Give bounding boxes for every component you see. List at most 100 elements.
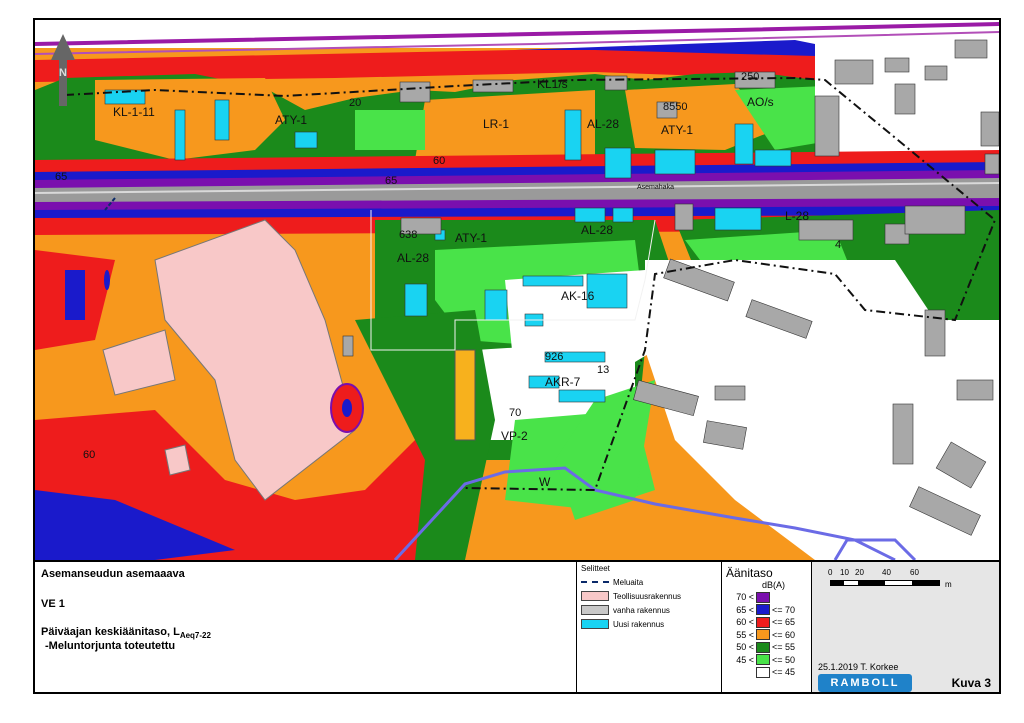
legend-item-label: Meluaita <box>613 577 644 587</box>
figure-label: Kuva 3 <box>951 676 991 690</box>
new-building[interactable] <box>574 207 606 223</box>
cyan-swatch-icon <box>581 619 609 629</box>
new-building[interactable] <box>214 99 230 141</box>
contour-label-70: 70 <box>509 407 522 419</box>
old-building[interactable] <box>714 385 746 401</box>
old-building[interactable] <box>814 95 840 157</box>
pond-center <box>342 399 352 417</box>
new-building[interactable] <box>734 123 754 165</box>
scale-tick: 40 <box>882 568 891 577</box>
legend-item-label: vanha rakennus <box>613 605 670 615</box>
contour-label-60: 60 <box>433 155 446 167</box>
area-label-al-28-north: AL-28 <box>587 117 620 131</box>
old-building[interactable] <box>984 153 999 175</box>
new-building[interactable] <box>558 389 606 403</box>
legend-item-label: Uusi rakennus <box>613 619 665 629</box>
hotspot-west <box>104 270 110 290</box>
purple-swatch-icon <box>756 591 770 603</box>
plan-subtitle-text: Päiväajan keskiäänitaso, L <box>41 626 180 638</box>
new-building[interactable] <box>612 207 634 223</box>
new-building[interactable] <box>604 147 632 179</box>
old-building[interactable] <box>954 39 988 59</box>
area-label-kl-1-11: KL-1-11 <box>113 105 155 119</box>
old-building[interactable] <box>894 83 916 115</box>
noise-band-upper: <= 65 <box>772 617 796 628</box>
area-label-aty-1-northwest: ATY-1 <box>275 113 308 127</box>
north-arrow-letter: N <box>59 67 67 79</box>
old-building[interactable] <box>798 219 854 241</box>
old-building[interactable] <box>884 57 910 73</box>
industrial-building-small[interactable] <box>164 444 191 476</box>
new-building[interactable] <box>564 109 582 161</box>
legend-item-label: Teollisuusrakennus <box>613 591 682 601</box>
old-building[interactable] <box>924 65 948 81</box>
scale-tick: 10 <box>840 568 849 577</box>
number-label-250: 250 <box>741 71 760 83</box>
legend-item-meluaita: Meluaita <box>581 575 717 589</box>
old-building[interactable] <box>980 111 999 147</box>
scale-bar-graphic <box>830 580 940 586</box>
old-building[interactable] <box>834 59 874 85</box>
parking-shelter[interactable] <box>454 349 476 441</box>
new-building[interactable] <box>404 283 428 317</box>
white-swatch-icon <box>756 666 770 678</box>
area-label-l-28: L-28 <box>785 209 810 223</box>
noise-band-65-70: 65 < <= 70 <box>726 604 807 617</box>
old-building[interactable] <box>674 203 694 231</box>
scale-bar: 0 10 20 40 60 m <box>818 566 993 594</box>
zone-65-70-west <box>65 270 85 320</box>
road-label-asemahaka: Asemahaka <box>637 184 674 191</box>
pink-swatch-icon <box>581 591 609 601</box>
blue-swatch-icon <box>756 604 770 616</box>
light-green-swatch-icon <box>756 654 770 666</box>
grey-swatch-icon <box>581 605 609 615</box>
number-label-4: 4 <box>835 239 842 251</box>
scale-tick: 60 <box>910 568 919 577</box>
noise-band-lower: 55 < <box>736 629 754 640</box>
old-building[interactable] <box>472 79 514 93</box>
area-label-w: W <box>539 475 551 489</box>
noise-legend-title: Äänitaso <box>726 566 773 580</box>
noise-band-55-60: 55 < <= 60 <box>726 629 807 642</box>
noise-map[interactable]: KL-1-11 ATY-1 LR-1 KL1/s AL-28 ATY-1 AO/… <box>35 20 999 560</box>
new-building[interactable] <box>174 109 186 161</box>
old-building[interactable] <box>904 205 966 235</box>
new-building[interactable] <box>294 131 318 149</box>
new-building[interactable] <box>484 289 508 321</box>
north-arrow-shaft <box>59 58 67 106</box>
area-label-vp-2: VP-2 <box>501 429 528 443</box>
contour-label-20: 20 <box>349 97 362 109</box>
legend-item-vanha-rakennus: vanha rakennus <box>581 603 717 617</box>
new-building[interactable] <box>714 207 762 231</box>
area-label-aty-1-south: ATY-1 <box>455 231 488 245</box>
old-building[interactable] <box>399 81 431 103</box>
plan-subtitle: Päiväajan keskiäänitaso, LAeq7-22 <box>41 626 570 640</box>
noise-map-canvas <box>35 20 999 560</box>
red-swatch-icon <box>756 616 770 628</box>
number-label-638: 638 <box>399 229 418 241</box>
area-label-ao-s: AO/s <box>747 95 774 109</box>
zone-45-50-north <box>355 110 425 150</box>
noise-band-lower: 50 < <box>736 642 754 653</box>
number-label-8550: 8550 <box>663 101 688 113</box>
new-building[interactable] <box>754 149 792 167</box>
area-label-aty-1-northeast: ATY-1 <box>661 123 694 137</box>
noise-band-upper: <= 55 <box>772 642 796 653</box>
plan-title: Asemanseudun asemaaava <box>41 568 185 580</box>
new-building[interactable] <box>522 275 584 287</box>
map-frame: KL-1-11 ATY-1 LR-1 KL1/s AL-28 ATY-1 AO/… <box>33 18 1001 694</box>
date-author-credit: 25.1.2019 T. Korkee <box>818 662 899 672</box>
area-label-al-28-center: AL-28 <box>581 223 614 237</box>
old-building[interactable] <box>342 335 354 357</box>
old-building[interactable] <box>892 403 914 465</box>
area-label-kl1-s: KL1/s <box>537 77 568 91</box>
contour-label-65-road: 65 <box>385 175 398 187</box>
new-building[interactable] <box>654 149 696 175</box>
symbol-legend-title: Selitteet <box>581 564 610 573</box>
old-building[interactable] <box>956 379 994 401</box>
noise-band-45-50: 45 < <= 50 <box>726 654 807 667</box>
old-building[interactable] <box>604 75 628 91</box>
contour-label-60-southwest: 60 <box>83 449 96 461</box>
area-label-al-28-west: AL-28 <box>397 251 430 265</box>
noise-band-upper: <= 50 <box>772 654 796 665</box>
